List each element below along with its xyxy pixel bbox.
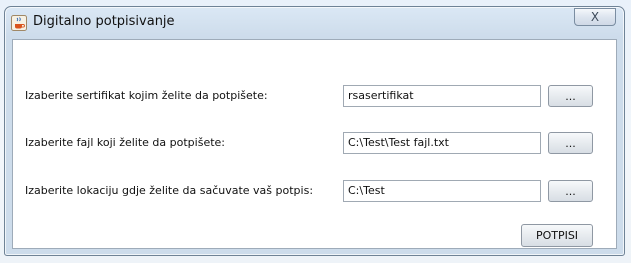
close-icon: X <box>590 10 600 24</box>
file-label: Izaberite fajl koji želite da potpišete: <box>25 136 226 149</box>
certificate-label: Izaberite sertifikat kojim želite da pot… <box>25 89 268 102</box>
file-field[interactable]: C:\Test\Test fajl.txt <box>343 132 541 154</box>
content-panel: Izaberite sertifikat kojim želite da pot… <box>12 39 617 249</box>
title-bar[interactable]: Digitalno potpisivanje X <box>5 7 624 37</box>
close-button[interactable]: X <box>574 8 616 26</box>
certificate-field[interactable]: rsasertifikat <box>343 85 541 107</box>
window-title: Digitalno potpisivanje <box>33 14 175 29</box>
sign-button[interactable]: POTPISI <box>521 224 593 247</box>
browse-certificate-button[interactable]: ... <box>548 85 593 107</box>
browse-location-button[interactable]: ... <box>548 180 593 202</box>
dialog-window: Digitalno potpisivanje X Izaberite serti… <box>4 6 625 256</box>
browse-file-button[interactable]: ... <box>548 132 593 154</box>
location-label: Izaberite lokaciju gdje želite da sačuva… <box>25 184 314 197</box>
java-cup-icon <box>11 15 27 31</box>
location-field[interactable]: C:\Test <box>343 180 541 202</box>
